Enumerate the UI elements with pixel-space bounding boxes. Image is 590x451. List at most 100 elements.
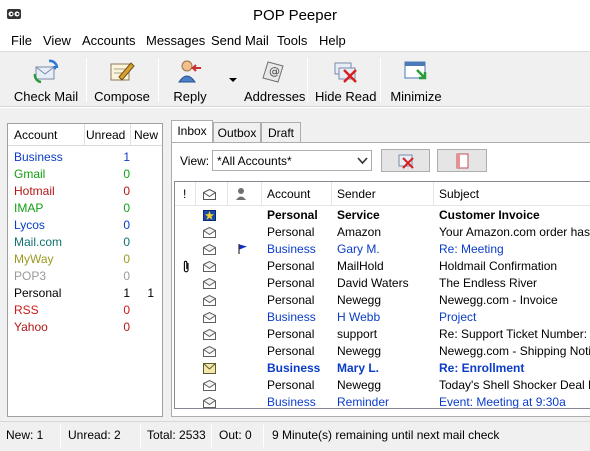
table-row[interactable]: Business Reminder Event: Meeting at 9:30a (175, 394, 590, 408)
message-subject: Holdmail Confirmation (439, 259, 558, 273)
window-title: POP Peeper (253, 7, 337, 24)
menu-accounts[interactable]: Accounts (82, 33, 135, 48)
hide-read-button[interactable]: Hide Read (315, 56, 376, 106)
status-separator (263, 425, 264, 447)
table-row[interactable]: Personal MailHold Holdmail Confirmation (175, 258, 590, 275)
reply-dropdown-arrow-icon[interactable] (229, 78, 237, 82)
table-row[interactable]: Personal Newegg Newegg.com - Invoice (175, 292, 590, 309)
status-message: 9 Minute(s) remaining until next mail ch… (272, 428, 500, 442)
column-divider (195, 182, 196, 206)
view-label: View: (180, 154, 210, 168)
message-subject: Newegg.com - Shipping Notification (439, 344, 590, 358)
reply-button[interactable]: Reply (166, 56, 214, 106)
accounts-header-account[interactable]: Account (14, 128, 57, 142)
table-row[interactable]: Personal David Waters The Endless River (175, 275, 590, 292)
toolbar-separator (158, 58, 159, 102)
table-row[interactable]: Personal Service Customer Invoice (175, 207, 590, 224)
person-column-icon[interactable] (235, 187, 247, 200)
column-divider (130, 124, 131, 146)
accounts-header: Account Unread New (8, 124, 162, 146)
account-row[interactable]: Personal 1 1 (8, 285, 162, 302)
compose-button[interactable]: Compose (92, 56, 152, 106)
message-sender: Newegg (337, 344, 382, 358)
addresses-icon: @ (262, 61, 284, 83)
table-row[interactable]: Personal Newegg Today's Shell Shocker Deal… (175, 377, 590, 394)
account-row[interactable]: POP3 0 (8, 268, 162, 285)
menu-send-mail[interactable]: Send Mail (211, 33, 269, 48)
message-subject: Your Amazon.com order has shipped (439, 225, 590, 239)
tab-draft[interactable]: Draft (261, 122, 301, 142)
account-row[interactable]: Yahoo 0 (8, 319, 162, 336)
envelope-icon (202, 311, 217, 326)
accounts-header-new[interactable]: New (134, 128, 158, 142)
tab-inbox[interactable]: Inbox (171, 120, 213, 143)
header-sender[interactable]: Sender (337, 187, 376, 201)
account-name: Mail.com (14, 235, 63, 249)
envelope-icon (202, 396, 217, 408)
accounts-header-unread[interactable]: Unread (86, 128, 125, 142)
accounts-pane: Account Unread New Business 1 Gmail 0 Hotmai… (7, 123, 163, 417)
menu-file[interactable]: File (11, 33, 32, 48)
delete-envelope-icon (398, 154, 414, 169)
check-mail-button[interactable]: Check Mail (10, 56, 82, 106)
account-row[interactable]: Business 1 (8, 149, 162, 166)
table-row[interactable]: Business H Webb Project (175, 309, 590, 326)
page-icon (456, 153, 469, 169)
toolbar: Check Mail Compose Reply @ Addresses Hid… (0, 51, 590, 107)
menu-help[interactable]: Help (319, 33, 346, 48)
account-name: Yahoo (14, 320, 48, 334)
tab-outbox[interactable]: Outbox (213, 122, 261, 142)
account-name: POP3 (14, 269, 47, 283)
account-row[interactable]: IMAP 0 (8, 200, 162, 217)
envelope-column-icon[interactable] (203, 189, 216, 200)
check-mail-icon (33, 59, 59, 84)
minimize-icon (404, 61, 427, 80)
menu-tools[interactable]: Tools (277, 33, 307, 48)
message-subject: Re: Support Ticket Number: A-F (439, 327, 590, 341)
account-row[interactable]: RSS 0 (8, 302, 162, 319)
table-row[interactable]: Business Gary M. Re: Meeting (175, 241, 590, 258)
unread-envelope-icon (203, 363, 216, 377)
envelope-icon (202, 294, 217, 309)
account-row[interactable]: Lycos 0 (8, 217, 162, 234)
account-row[interactable]: Mail.com 0 (8, 234, 162, 251)
table-row[interactable]: Personal Amazon Your Amazon.com order has … (175, 224, 590, 241)
delete-message-button[interactable] (381, 149, 430, 172)
account-unread-count: 0 (123, 235, 130, 249)
paperclip-icon (183, 260, 190, 276)
table-row[interactable]: Business Mary L. Re: Enrollment (175, 360, 590, 377)
message-account: Personal (267, 225, 315, 239)
menu-messages[interactable]: Messages (146, 33, 205, 48)
table-row[interactable]: Personal support Re: Support Ticket Number… (175, 326, 590, 343)
account-row[interactable]: Hotmail 0 (8, 183, 162, 200)
header-subject[interactable]: Subject (439, 187, 479, 201)
view-select[interactable]: *All Accounts* (212, 150, 372, 171)
message-subject: Customer Invoice (439, 208, 540, 222)
message-sender: Newegg (337, 293, 382, 307)
table-row[interactable]: Personal Newegg Newegg.com - Shipping Noti… (175, 343, 590, 360)
message-sender: Newegg (337, 378, 382, 392)
account-unread-count: 0 (123, 320, 130, 334)
status-separator (60, 425, 61, 447)
column-divider (261, 182, 262, 206)
header-priority[interactable]: ! (183, 187, 186, 201)
envelope-icon (202, 277, 217, 292)
empty-trash-button[interactable] (437, 149, 487, 172)
envelope-icon (202, 345, 217, 360)
toolbar-separator (307, 58, 308, 102)
header-account[interactable]: Account (267, 187, 310, 201)
account-row[interactable]: Gmail 0 (8, 166, 162, 183)
message-account: Personal (267, 344, 315, 358)
minimize-button[interactable]: Minimize (388, 56, 444, 106)
account-row[interactable]: MyWay 0 (8, 251, 162, 268)
column-divider (331, 182, 332, 206)
account-name: Gmail (14, 167, 46, 181)
account-unread-count: 0 (123, 218, 130, 232)
addresses-label: Addresses (244, 89, 306, 104)
message-subject: Re: Enrollment (439, 361, 525, 375)
addresses-button[interactable]: @ Addresses (244, 56, 306, 106)
menu-view[interactable]: View (43, 33, 71, 48)
message-subject: Newegg.com - Invoice (439, 293, 558, 307)
minimize-label: Minimize (390, 89, 442, 104)
message-sender: H Webb (337, 310, 381, 324)
